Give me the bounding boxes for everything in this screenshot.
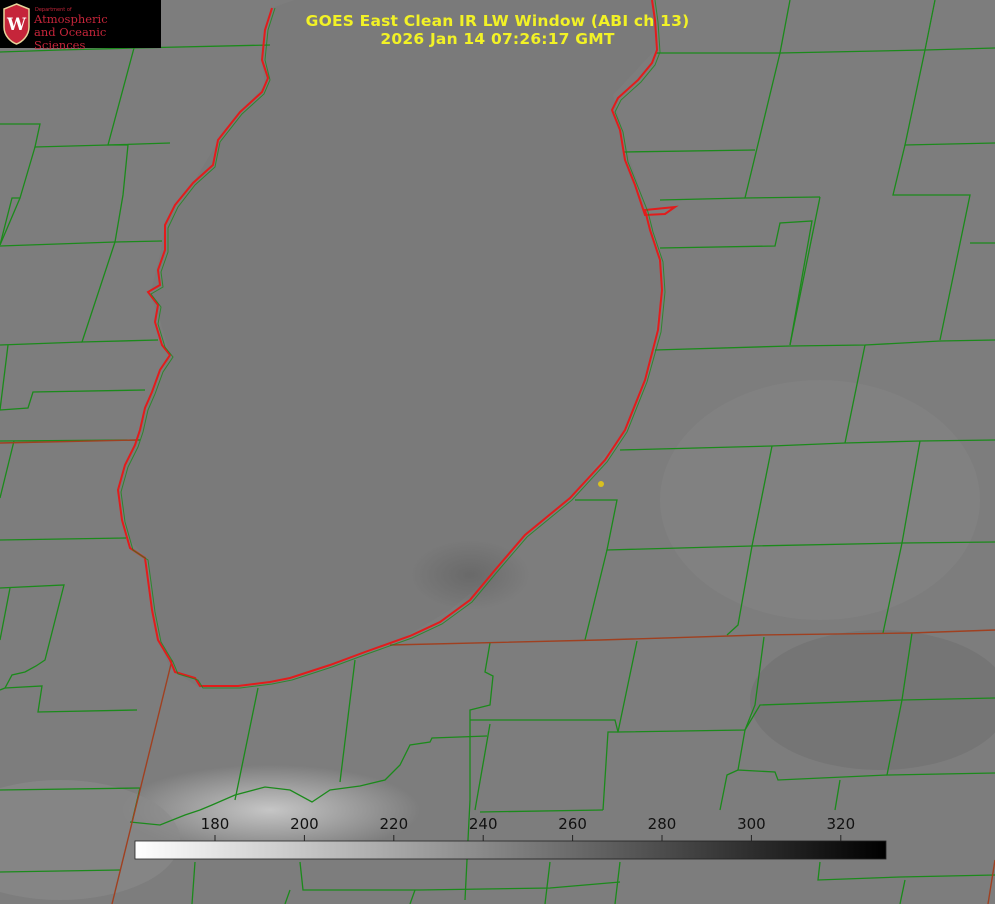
colorbar-tick-label: 200 (290, 815, 319, 833)
colorbar-tick-label: 240 (468, 815, 498, 833)
site-marker (598, 481, 604, 487)
colorbar-tick-label: 300 (737, 815, 766, 833)
map-canvas (0, 0, 995, 904)
colorbar-tick-labels: 180 200 220 240 260 280 300 320 (0, 815, 995, 833)
svg-text:W: W (6, 15, 27, 35)
logo-name-line2: and Oceanic Sciences (34, 25, 107, 52)
colorbar-tick-label: 320 (826, 815, 856, 833)
colorbar-tick-label: 180 (200, 815, 230, 833)
cloud-patch (660, 380, 980, 620)
aos-logo: W Department of Atmospheric and Oceanic … (0, 0, 161, 52)
colorbar-tick-label: 260 (558, 815, 587, 833)
colorbar (134, 840, 887, 860)
colorbar-tick-label: 280 (647, 815, 677, 833)
uw-crest-icon: W (3, 3, 30, 45)
logo-name: Atmospheric and Oceanic Sciences (34, 13, 161, 52)
satellite-map: GOES East Clean IR LW Window (ABI ch 13)… (0, 0, 995, 904)
colorbar-tick-label: 220 (379, 815, 409, 833)
